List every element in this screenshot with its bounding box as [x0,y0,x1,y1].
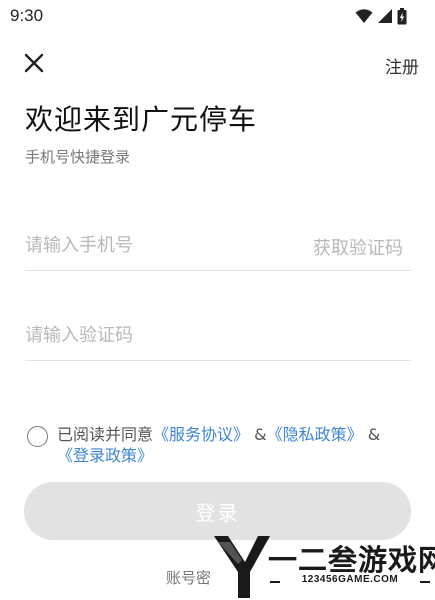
agreement-checkbox[interactable] [27,426,48,447]
agreement-ampersand: & [254,425,267,444]
wifi-icon [355,9,373,23]
phone-field-row: 获取验证码 [25,221,411,271]
status-time: 9:30 [10,6,44,25]
page-title: 欢迎来到广元停车 [25,103,258,136]
register-link[interactable]: 注册 [385,53,419,78]
cell-signal-icon [378,9,392,23]
password-login-link[interactable]: 账号密 [166,567,211,588]
agreement-prefix: 已阅读并同意 [57,425,154,444]
agreement-ampersand: & [367,425,381,444]
verification-code-input[interactable] [25,321,285,349]
watermark-url: 123456GAME.COM [270,574,430,585]
close-button[interactable] [22,51,46,75]
status-icons [355,7,407,25]
get-code-button[interactable]: 获取验证码 [313,234,403,260]
watermark-name: 一二叁游戏网 [268,543,435,577]
agreement-text-line2: 《登录政策》 [57,445,153,467]
phone-input[interactable] [25,231,285,259]
watermark: 一二叁游戏网 123456GAME.COM [212,532,435,600]
battery-icon [397,7,407,24]
agreement-text-line1: 已阅读并同意《服务协议》 &《隐私政策》 & [57,424,380,446]
login-policy-link[interactable]: 《登录政策》 [57,446,153,465]
status-bar: 9:30 [0,0,435,32]
service-agreement-link[interactable]: 《服务协议》 [153,425,249,444]
privacy-policy-link[interactable]: 《隐私政策》 [267,425,363,444]
page-subtitle: 手机号快捷登录 [25,148,131,166]
code-field-row [25,311,411,361]
close-icon [24,53,44,73]
watermark-logo [214,536,270,598]
